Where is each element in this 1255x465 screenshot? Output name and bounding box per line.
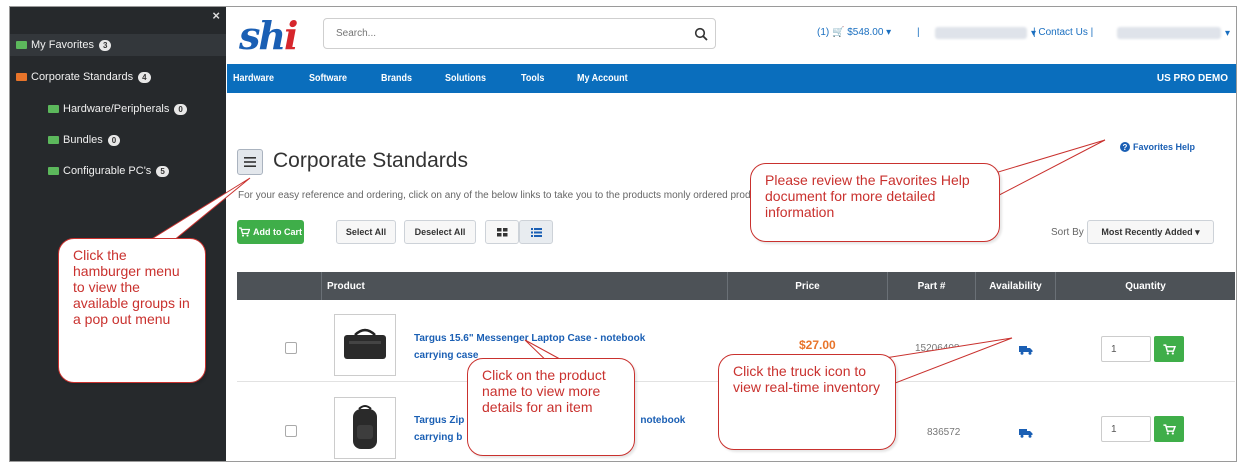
product-table-header: Product Price Part # Availability Quanti… bbox=[237, 272, 1235, 300]
quantity-input[interactable]: 1 bbox=[1101, 336, 1151, 362]
callout-product-name: Click on the product name to view more d… bbox=[467, 358, 635, 456]
user-dropdown[interactable]: ▾ bbox=[1117, 27, 1230, 39]
folder-icon bbox=[48, 136, 59, 144]
count-badge: 0 bbox=[107, 134, 121, 146]
row-add-to-cart-button[interactable] bbox=[1154, 416, 1184, 442]
sort-by-label: Sort By bbox=[1051, 227, 1084, 238]
row-checkbox[interactable] bbox=[285, 342, 297, 354]
count-badge: 4 bbox=[138, 71, 151, 83]
column-header-price[interactable]: Price bbox=[727, 272, 887, 300]
page-description: For your easy reference and ordering, cl… bbox=[238, 190, 772, 201]
search-input[interactable] bbox=[336, 19, 687, 48]
sidebar-item-corporate-standards[interactable]: Corporate Standards 4 bbox=[16, 68, 151, 86]
main-nav: Hardware Software Brands Solutions Tools… bbox=[227, 64, 1236, 93]
sidebar-item-label: Hardware/Peripherals bbox=[63, 103, 170, 115]
help-icon: ? bbox=[1120, 142, 1130, 152]
product-thumbnail[interactable] bbox=[334, 314, 396, 376]
folder-icon bbox=[16, 41, 27, 49]
search-box bbox=[323, 18, 716, 49]
cart-summary[interactable]: (1) 🛒 $548.00 ▾ bbox=[817, 27, 891, 38]
deselect-all-button[interactable]: Deselect All bbox=[404, 220, 476, 244]
folder-icon bbox=[48, 105, 59, 113]
site-header: shi (1) 🛒 $548.00 ▾ | ▾ | Contact Us | ▾ bbox=[227, 7, 1236, 64]
sidebar-item-configurable-pcs[interactable]: Configurable PC's 5 bbox=[48, 162, 169, 180]
sidebar-item-label: My Favorites bbox=[31, 39, 94, 51]
column-header-product[interactable]: Product bbox=[321, 272, 727, 300]
product-price: $27.00 bbox=[799, 338, 836, 352]
sidebar-item-hardware-peripherals[interactable]: Hardware/Peripherals 0 bbox=[48, 100, 187, 118]
select-all-button[interactable]: Select All bbox=[336, 220, 396, 244]
nav-solutions[interactable]: Solutions bbox=[445, 73, 486, 84]
sidebar-item-label: Corporate Standards bbox=[31, 71, 134, 83]
search-icon[interactable] bbox=[687, 20, 715, 48]
redacted-user bbox=[1117, 27, 1221, 39]
nav-my-account[interactable]: My Account bbox=[577, 73, 628, 84]
grid-view-icon bbox=[496, 227, 507, 236]
quantity-input[interactable]: 1 bbox=[1101, 416, 1151, 442]
header-separator: | bbox=[917, 27, 920, 38]
count-badge: 0 bbox=[174, 103, 187, 115]
contact-us-link[interactable]: | Contact Us | bbox=[1033, 27, 1093, 38]
sidebar-item-my-favorites[interactable]: My Favorites 3 bbox=[16, 36, 112, 54]
account-name: US PRO DEMO bbox=[1156, 73, 1228, 84]
account-dropdown[interactable]: ▾ bbox=[935, 27, 1036, 39]
column-header-part[interactable]: Part # bbox=[887, 272, 975, 300]
column-header-availability: Availability bbox=[975, 272, 1055, 300]
row-checkbox[interactable] bbox=[285, 425, 297, 437]
sidebar-item-label: Bundles bbox=[63, 134, 103, 146]
sidebar-item-bundles[interactable]: Bundles 0 bbox=[48, 131, 121, 149]
count-badge: 3 bbox=[98, 39, 112, 51]
callout-favorites-help: Please review the Favorites Help documen… bbox=[750, 163, 1000, 242]
truck-icon[interactable] bbox=[1019, 425, 1033, 443]
part-number: 15206408 bbox=[915, 343, 960, 354]
favorites-sidebar: × My Favorites 3 Corporate Standards 4 H… bbox=[10, 7, 226, 461]
row-add-to-cart-button[interactable] bbox=[1154, 336, 1184, 362]
folder-icon bbox=[48, 167, 59, 175]
shi-logo[interactable]: shi bbox=[239, 13, 299, 58]
cart-icon bbox=[1162, 343, 1176, 355]
nav-tools[interactable]: Tools bbox=[521, 73, 544, 84]
sidebar-item-label: Configurable PC's bbox=[63, 165, 152, 177]
add-to-cart-button[interactable]: Add to Cart bbox=[237, 220, 304, 244]
page-title: Corporate Standards bbox=[273, 149, 468, 172]
list-view-icon bbox=[530, 227, 542, 237]
folder-icon bbox=[16, 73, 27, 81]
grid-view-button[interactable] bbox=[485, 220, 519, 244]
product-thumbnail[interactable] bbox=[334, 397, 396, 459]
redacted-username bbox=[935, 27, 1027, 39]
nav-software[interactable]: Software bbox=[309, 73, 347, 84]
hamburger-icon bbox=[244, 157, 256, 167]
nav-brands[interactable]: Brands bbox=[381, 73, 412, 84]
favorites-help-link[interactable]: ? Favorites Help bbox=[1120, 142, 1195, 152]
cart-icon bbox=[1162, 423, 1176, 435]
close-icon[interactable]: × bbox=[212, 8, 220, 23]
hamburger-menu-button[interactable] bbox=[237, 149, 263, 175]
truck-icon[interactable] bbox=[1019, 342, 1033, 360]
callout-hamburger: Click the hamburger menu to view the ava… bbox=[58, 238, 206, 383]
column-header-quantity: Quantity bbox=[1055, 272, 1235, 300]
count-badge: 5 bbox=[156, 165, 169, 177]
nav-hardware[interactable]: Hardware bbox=[233, 73, 274, 84]
sort-by-dropdown[interactable]: Most Recently Added ▾ bbox=[1087, 220, 1214, 244]
part-number: 836572 bbox=[927, 427, 961, 438]
cart-icon bbox=[239, 227, 250, 237]
list-view-button[interactable] bbox=[519, 220, 553, 244]
callout-truck: Click the truck icon to view real-time i… bbox=[718, 354, 896, 450]
